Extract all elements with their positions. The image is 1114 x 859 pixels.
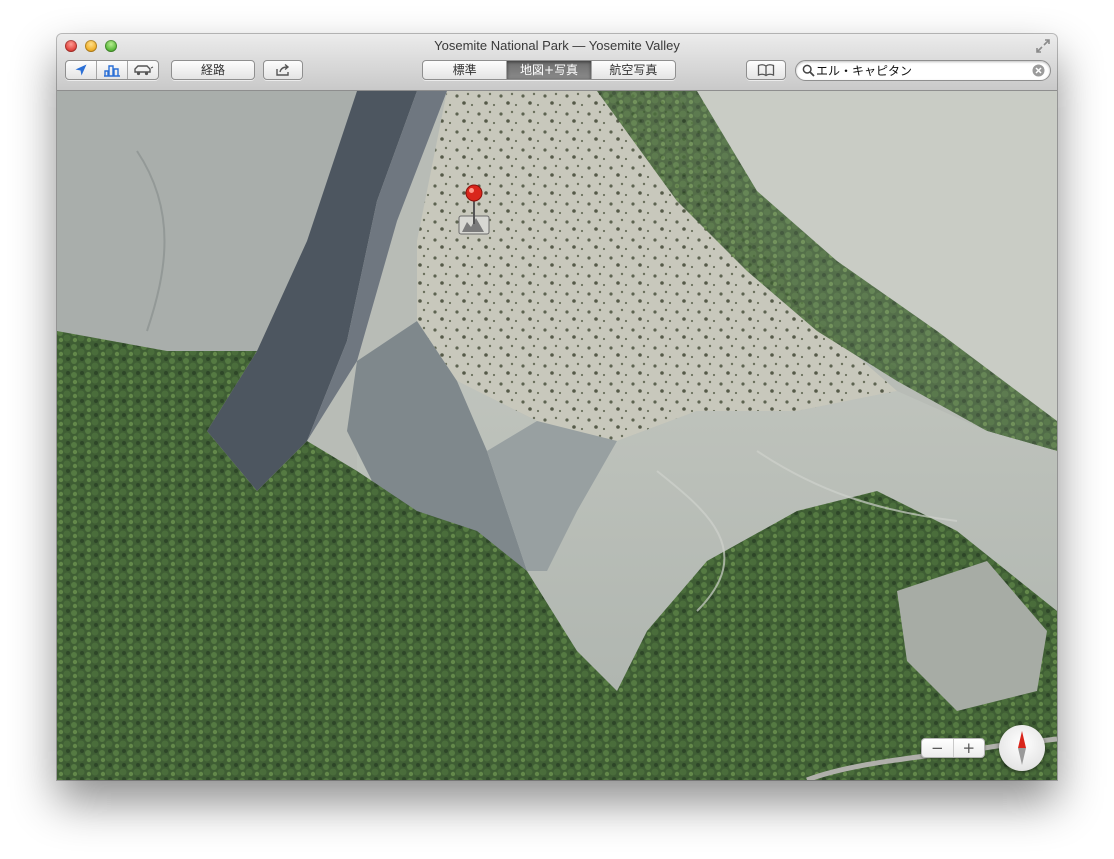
search-input[interactable] [816,62,1026,79]
compass-icon [1018,731,1026,765]
zoom-out-button[interactable]: − [922,739,954,757]
traffic-button[interactable] [128,61,158,79]
satellite-map[interactable] [57,91,1057,780]
share-button[interactable] [263,60,303,80]
map-mode-hybrid[interactable]: 地図+写真 [507,61,592,79]
bookmarks-button[interactable] [746,60,786,80]
map-mode-control: 標準 地図+写真 航空写真 [422,60,676,80]
search-field[interactable] [795,60,1051,81]
directions-button[interactable]: 経路 [171,60,255,80]
fullscreen-icon[interactable] [1035,38,1051,54]
window-title: Yosemite National Park — Yosemite Valley [434,38,680,53]
3d-buildings-icon [104,65,120,77]
maps-window: Yosemite National Park — Yosemite Valley [57,34,1057,780]
zoom-in-button[interactable]: + [954,739,985,757]
share-icon [276,63,290,76]
current-location-button[interactable] [66,61,97,79]
3d-view-button[interactable] [97,61,128,79]
open-book-icon [757,64,775,77]
title-bar: Yosemite National Park — Yosemite Valley [57,34,1057,91]
compass-button[interactable] [999,725,1045,771]
search-icon [802,64,815,77]
zoom-control: − + [921,738,985,758]
map-mode-satellite[interactable]: 航空写真 [592,61,675,79]
map-mode-standard[interactable]: 標準 [423,61,508,79]
clear-search-icon[interactable] [1032,64,1045,77]
red-pin-icon[interactable] [457,184,491,236]
car-icon [134,65,154,76]
view-options-group [65,60,159,80]
location-arrow-icon [75,64,87,76]
